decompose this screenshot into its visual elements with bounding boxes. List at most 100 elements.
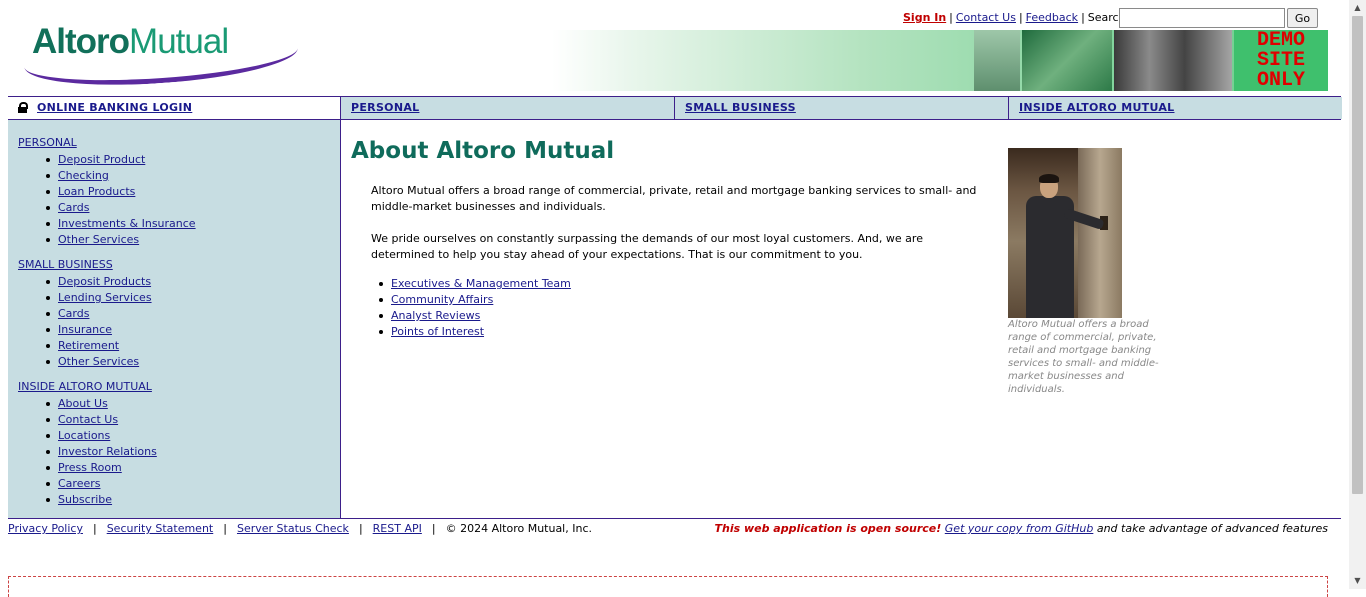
analyst-reviews-link[interactable]: Analyst Reviews bbox=[391, 309, 480, 322]
sidebar-item: Other Services bbox=[46, 232, 196, 248]
logo-text: AltoroMutual bbox=[32, 22, 229, 62]
sidebar-link-cards[interactable]: Cards bbox=[58, 201, 89, 214]
sidebar-section-small-business[interactable]: SMALL BUSINESS bbox=[18, 258, 113, 271]
separator: | bbox=[431, 522, 436, 535]
github-link[interactable]: Get your copy from GitHub bbox=[945, 522, 1094, 535]
sidebar-link-checking[interactable]: Checking bbox=[58, 169, 109, 182]
sidebar-link-about-us[interactable]: About Us bbox=[58, 397, 108, 410]
demo-line-2: SITE bbox=[1256, 49, 1305, 72]
sidebar-item: Locations bbox=[46, 428, 157, 444]
sidebar-personal-list: Deposit Product Checking Loan Products C… bbox=[46, 152, 196, 248]
open-source-notice: This web application is open source! bbox=[714, 522, 942, 535]
scroll-down-icon[interactable]: ▼ bbox=[1349, 573, 1366, 589]
logo-word-altoro: Altoro bbox=[32, 22, 130, 61]
intro-paragraph: Altoro Mutual offers a broad range of co… bbox=[371, 184, 977, 213]
footer-tail-text: and take advantage of advanced features bbox=[1096, 522, 1328, 535]
sidebar-section-personal[interactable]: PERSONAL bbox=[18, 136, 77, 149]
sidebar-link-other-services[interactable]: Other Services bbox=[58, 233, 139, 246]
nav-small-business-link[interactable]: SMALL BUSINESS bbox=[685, 101, 796, 114]
sidebar-link-retirement[interactable]: Retirement bbox=[58, 339, 119, 352]
businessman-elevator-photo bbox=[1008, 148, 1122, 318]
nav-tab-personal: PERSONAL bbox=[340, 97, 675, 119]
sidebar-item: Investments & Insurance bbox=[46, 216, 196, 232]
search-input[interactable] bbox=[1119, 8, 1285, 28]
list-item: Analyst Reviews bbox=[379, 308, 571, 324]
sidebar-item: Lending Services bbox=[46, 290, 152, 306]
separator: | bbox=[358, 522, 363, 535]
sidebar-link-deposit-product[interactable]: Deposit Product bbox=[58, 153, 145, 166]
sidebar-item: Deposit Product bbox=[46, 152, 196, 168]
demo-line-1: DEMO bbox=[1256, 29, 1305, 52]
sidebar-item: Deposit Products bbox=[46, 274, 152, 290]
server-status-link[interactable]: Server Status Check bbox=[237, 522, 349, 535]
sidebar-link-locations[interactable]: Locations bbox=[58, 429, 110, 442]
page-title: About Altoro Mutual bbox=[351, 138, 615, 164]
sidebar-item: About Us bbox=[46, 396, 157, 412]
banner-photo-woman bbox=[974, 30, 1020, 91]
online-banking-login-link[interactable]: ONLINE BANKING LOGIN bbox=[37, 101, 192, 114]
commitment-paragraph: We pride ourselves on constantly surpass… bbox=[371, 232, 923, 261]
scrollbar-thumb[interactable] bbox=[1352, 16, 1363, 494]
sidebar-link-insurance[interactable]: Insurance bbox=[58, 323, 112, 336]
about-links-list: Executives & Management Team Community A… bbox=[379, 276, 571, 340]
sidebar-link-investments[interactable]: Investments & Insurance bbox=[58, 217, 196, 230]
rest-api-link[interactable]: REST API bbox=[373, 522, 422, 535]
sidebar-link-deposit-products[interactable]: Deposit Products bbox=[58, 275, 151, 288]
separator: | bbox=[949, 11, 953, 24]
top-links: Sign In | Contact Us | Feedback | Search bbox=[903, 11, 1126, 24]
nav-personal-link[interactable]: PERSONAL bbox=[351, 101, 419, 114]
nav-tab-small-business: SMALL BUSINESS bbox=[674, 97, 1009, 119]
sidebar-link-careers[interactable]: Careers bbox=[58, 477, 101, 490]
sidebar-link-other-services[interactable]: Other Services bbox=[58, 355, 139, 368]
banner-photo-keyboard bbox=[1022, 30, 1112, 91]
altoro-mutual-logo[interactable]: AltoroMutual bbox=[20, 22, 305, 93]
footer: Privacy Policy | Security Statement | Server… bbox=[8, 518, 1341, 537]
sidebar-section-inside[interactable]: INSIDE ALTORO MUTUAL bbox=[18, 380, 152, 393]
sidebar-link-investor-relations[interactable]: Investor Relations bbox=[58, 445, 157, 458]
separator: | bbox=[92, 522, 97, 535]
sidebar-inside-list: About Us Contact Us Locations Investor R… bbox=[46, 396, 157, 508]
footer-open-source: This web application is open source! Get… bbox=[715, 522, 1329, 535]
sidebar-item: Retirement bbox=[46, 338, 152, 354]
sidebar-link-subscribe[interactable]: Subscribe bbox=[58, 493, 112, 506]
sidebar-item: Loan Products bbox=[46, 184, 196, 200]
community-affairs-link[interactable]: Community Affairs bbox=[391, 293, 493, 306]
main-nav: ONLINE BANKING LOGIN PERSONAL SMALL BUSI… bbox=[8, 96, 1342, 120]
lock-icon bbox=[18, 101, 28, 113]
separator: | bbox=[223, 522, 227, 535]
nav-login-cell: ONLINE BANKING LOGIN bbox=[8, 97, 340, 119]
nav-inside-link[interactable]: INSIDE ALTORO MUTUAL bbox=[1019, 101, 1175, 114]
contact-us-link[interactable]: Contact Us bbox=[956, 11, 1016, 24]
sidebar-link-press-room[interactable]: Press Room bbox=[58, 461, 122, 474]
executives-link[interactable]: Executives & Management Team bbox=[391, 277, 571, 290]
security-statement-link[interactable]: Security Statement bbox=[107, 522, 214, 535]
banner-photo-meeting bbox=[1114, 30, 1232, 91]
sidebar-link-contact-us[interactable]: Contact Us bbox=[58, 413, 118, 426]
sidebar-link-lending-services[interactable]: Lending Services bbox=[58, 291, 152, 304]
feedback-link[interactable]: Feedback bbox=[1026, 11, 1078, 24]
sidebar-link-cards[interactable]: Cards bbox=[58, 307, 89, 320]
sidebar-item: Other Services bbox=[46, 354, 152, 370]
go-button[interactable]: Go bbox=[1287, 8, 1318, 28]
sidebar-item: Contact Us bbox=[46, 412, 157, 428]
separator: | bbox=[1018, 11, 1023, 24]
scroll-up-icon[interactable]: ▲ bbox=[1349, 0, 1366, 16]
points-of-interest-link[interactable]: Points of Interest bbox=[391, 325, 484, 338]
footer-links: Privacy Policy | Security Statement | Server… bbox=[8, 522, 592, 535]
privacy-policy-link[interactable]: Privacy Policy bbox=[8, 522, 83, 535]
sidebar-item: Careers bbox=[46, 476, 157, 492]
sidebar-small-business-list: Deposit Products Lending Services Cards … bbox=[46, 274, 152, 370]
sidebar-link-loan-products[interactable]: Loan Products bbox=[58, 185, 135, 198]
list-item: Executives & Management Team bbox=[379, 276, 571, 292]
dashed-notice-box bbox=[8, 576, 1328, 597]
sign-in-link[interactable]: Sign In bbox=[903, 11, 946, 24]
vertical-scrollbar[interactable]: ▲ ▼ bbox=[1349, 0, 1366, 589]
sidebar-item: Checking bbox=[46, 168, 196, 184]
list-item: Points of Interest bbox=[379, 324, 571, 340]
logo-word-mutual: Mutual bbox=[129, 22, 229, 61]
demo-site-badge: DEMO SITE ONLY bbox=[1234, 30, 1328, 91]
copyright-text: © 2024 Altoro Mutual, Inc. bbox=[445, 522, 592, 535]
sidebar-item: Cards bbox=[46, 200, 196, 216]
sidebar-item: Insurance bbox=[46, 322, 152, 338]
list-item: Community Affairs bbox=[379, 292, 571, 308]
